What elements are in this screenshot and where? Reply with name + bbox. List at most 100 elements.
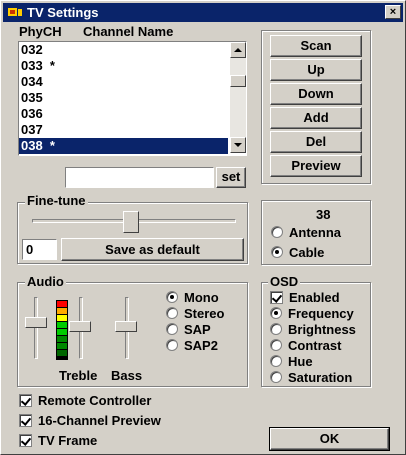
- channel-list-items[interactable]: 032 033 * 034 035 036 037 038 *: [19, 42, 228, 154]
- audio-level-track[interactable]: [34, 297, 38, 359]
- stereo-label: Stereo: [184, 306, 225, 321]
- cable-radio[interactable]: Cable: [271, 245, 324, 260]
- channel-list-item[interactable]: 032: [19, 42, 228, 58]
- 16-channel-preview-check: [19, 414, 32, 427]
- frequency-radio[interactable]: Frequency: [270, 306, 354, 321]
- down-button[interactable]: Down: [270, 83, 362, 105]
- brightness-radio[interactable]: Brightness: [270, 322, 356, 337]
- fine-tune-legend: Fine-tune: [25, 193, 88, 208]
- meter-segment: [57, 301, 67, 307]
- scroll-down-icon: [234, 143, 242, 147]
- tv-settings-window: TV Settings × PhyCH Channel Name 032 033 …: [0, 0, 406, 455]
- window-title: TV Settings: [27, 5, 99, 20]
- sap-label: SAP: [184, 322, 211, 337]
- saturation-radio[interactable]: Saturation: [270, 370, 352, 385]
- sap2-radio[interactable]: SAP2: [166, 338, 218, 353]
- channel-list-item[interactable]: 038 *: [19, 138, 228, 154]
- brightness-label: Brightness: [288, 322, 356, 337]
- scroll-thumb[interactable]: [230, 75, 246, 87]
- del-button[interactable]: Del: [270, 131, 362, 153]
- frequency-label: Frequency: [288, 306, 354, 321]
- fine-tune-slider-thumb[interactable]: [123, 211, 139, 233]
- remote-controller-label: Remote Controller: [38, 393, 152, 408]
- saturation-label: Saturation: [288, 370, 353, 385]
- meter-segment: [57, 336, 67, 342]
- audio-legend: Audio: [25, 274, 66, 289]
- antenna-radio[interactable]: Antenna: [271, 225, 341, 240]
- tv-frame-label: TV Frame: [38, 433, 98, 448]
- brightness-radio-dot: [270, 323, 282, 335]
- treble-slider-thumb[interactable]: [69, 321, 91, 332]
- remote-controller-check: [19, 394, 32, 407]
- channel-name-input[interactable]: [65, 167, 214, 188]
- 16-channel-preview-checkbox[interactable]: 16-Channel Preview: [19, 413, 161, 428]
- hue-label: Hue: [288, 354, 313, 369]
- channel-list-item[interactable]: 033 *: [19, 58, 228, 74]
- stereo-radio-dot: [166, 307, 178, 319]
- meter-segment: [57, 308, 67, 314]
- meter-segment: [57, 350, 67, 356]
- hue-radio[interactable]: Hue: [270, 354, 313, 369]
- antenna-radio-dot: [271, 226, 283, 238]
- audio-level-thumb[interactable]: [25, 317, 47, 328]
- cable-label: Cable: [289, 245, 325, 260]
- cable-radio-dot: [271, 246, 283, 258]
- scan-button[interactable]: Scan: [270, 35, 362, 57]
- frequency-radio-dot: [270, 307, 282, 319]
- meter-segment: [57, 322, 67, 328]
- scroll-up-button[interactable]: [230, 42, 246, 58]
- 16-channel-preview-label: 16-Channel Preview: [38, 413, 161, 428]
- fine-tune-value-input[interactable]: 0: [22, 239, 57, 260]
- channel-list-item[interactable]: 035: [19, 90, 228, 106]
- tv-frame-checkbox[interactable]: TV Frame: [19, 433, 97, 448]
- title-bar[interactable]: TV Settings ×: [3, 3, 403, 22]
- scroll-down-button[interactable]: [230, 137, 246, 153]
- hue-radio-dot: [270, 355, 282, 367]
- close-icon: ×: [389, 6, 397, 18]
- sap2-radio-dot: [166, 339, 178, 351]
- contrast-radio-dot: [270, 339, 282, 351]
- osd-enabled-checkbox[interactable]: Enabled: [270, 290, 340, 305]
- preview-button[interactable]: Preview: [270, 155, 362, 177]
- treble-label: Treble: [59, 368, 98, 383]
- channel-list-item[interactable]: 036: [19, 106, 228, 122]
- saturation-radio-dot: [270, 371, 282, 383]
- mono-label: Mono: [184, 290, 219, 305]
- scroll-up-icon: [234, 48, 242, 52]
- osd-enabled-label: Enabled: [289, 290, 340, 305]
- up-button[interactable]: Up: [270, 59, 362, 81]
- stereo-radio[interactable]: Stereo: [166, 306, 224, 321]
- meter-segment: [57, 343, 67, 349]
- antenna-label: Antenna: [289, 225, 341, 240]
- bass-slider-thumb[interactable]: [115, 321, 137, 332]
- channel-list-item[interactable]: 034: [19, 74, 228, 90]
- osd-legend: OSD: [268, 274, 301, 289]
- remote-controller-checkbox[interactable]: Remote Controller: [19, 393, 151, 408]
- sap-radio-dot: [166, 323, 178, 335]
- meter-segment: [57, 329, 67, 335]
- fine-tune-value: 0: [26, 242, 34, 257]
- mono-radio[interactable]: Mono: [166, 290, 219, 305]
- channel-number: 38: [316, 207, 331, 222]
- tv-frame-check: [19, 434, 32, 447]
- close-button[interactable]: ×: [385, 5, 401, 19]
- contrast-label: Contrast: [288, 338, 342, 353]
- sap2-label: SAP2: [184, 338, 218, 353]
- channel-list-item[interactable]: 037: [19, 122, 228, 138]
- add-button[interactable]: Add: [270, 107, 362, 129]
- mono-radio-dot: [166, 291, 178, 303]
- app-icon: [7, 6, 23, 19]
- phych-header: PhyCH: [19, 24, 62, 39]
- contrast-radio[interactable]: Contrast: [270, 338, 341, 353]
- save-as-default-button[interactable]: Save as default: [61, 238, 244, 261]
- audio-level-meter: [56, 300, 68, 360]
- ok-button[interactable]: OK: [269, 427, 390, 451]
- sap-radio[interactable]: SAP: [166, 322, 211, 337]
- channel-name-header: Channel Name: [83, 24, 174, 39]
- channel-list[interactable]: 032 033 * 034 035 036 037 038 *: [18, 41, 247, 156]
- osd-enabled-check: [270, 291, 283, 304]
- set-button[interactable]: set: [216, 167, 246, 188]
- meter-segment: [57, 315, 67, 321]
- channel-list-scrollbar[interactable]: [230, 42, 246, 153]
- bass-label: Bass: [111, 368, 143, 383]
